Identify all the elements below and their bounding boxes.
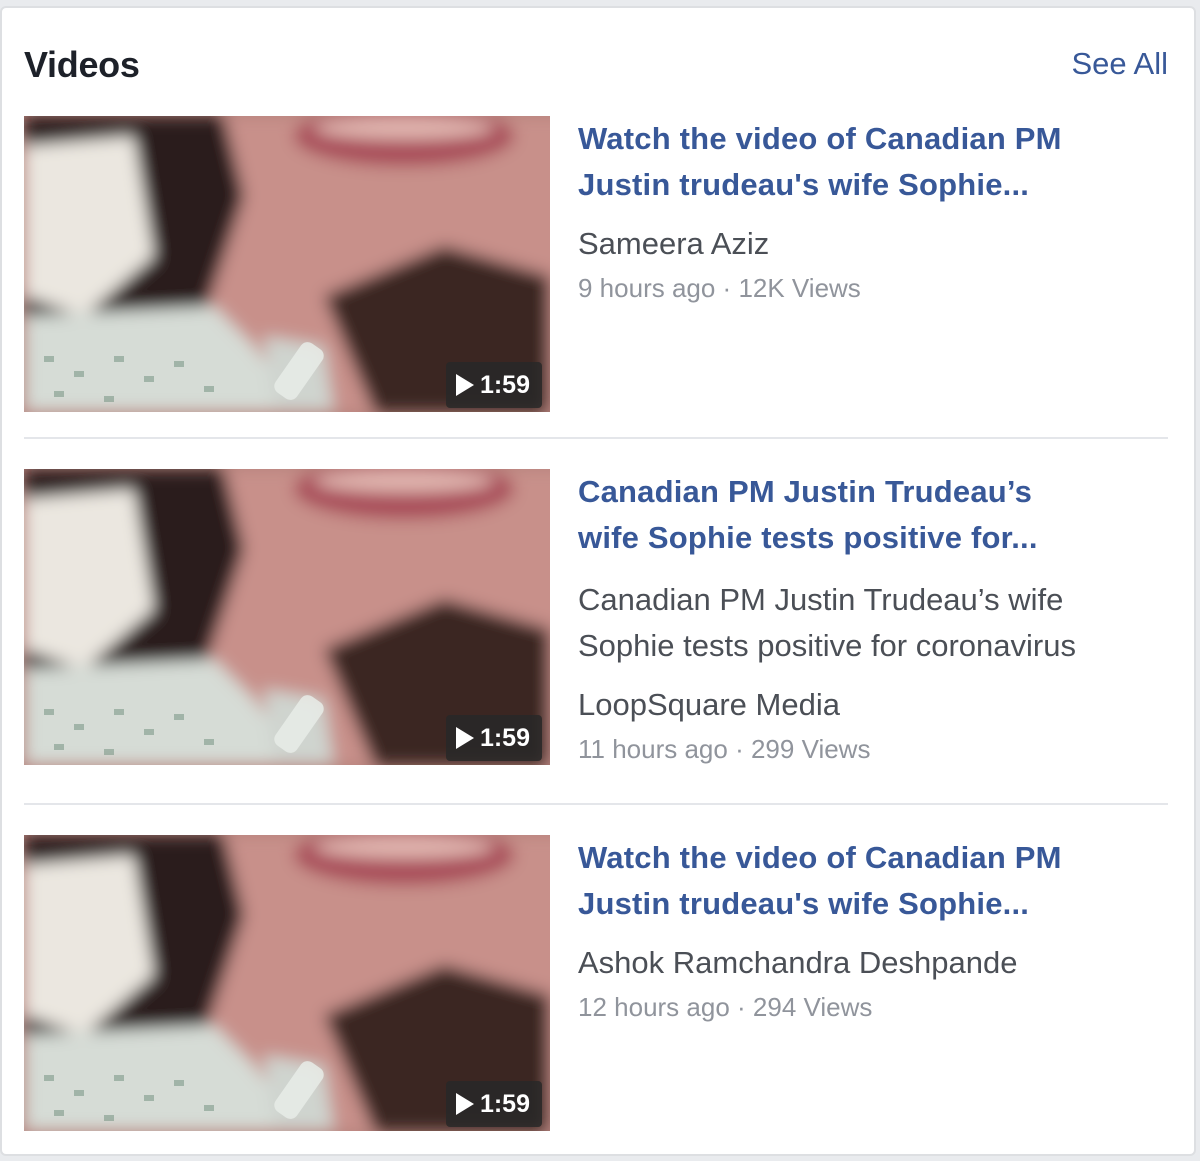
- play-icon: [455, 727, 474, 749]
- play-icon: [455, 1093, 474, 1115]
- video-thumbnail[interactable]: 1:59: [24, 116, 550, 412]
- video-title-line2: Justin trudeau's wife Sophie...: [578, 167, 1030, 202]
- video-info: Watch the video of Canadian PM Justin tr…: [578, 116, 1168, 306]
- video-thumbnail[interactable]: 1:59: [24, 469, 550, 765]
- video-meta: 11 hours ago · 299 Views: [578, 731, 1168, 767]
- video-time: 12 hours ago: [578, 992, 730, 1022]
- video-meta: 9 hours ago · 12K Views: [578, 270, 1168, 306]
- video-views: 294 Views: [752, 992, 873, 1022]
- meta-separator: ·: [715, 273, 739, 303]
- video-title-line2: Justin trudeau's wife Sophie...: [578, 886, 1030, 921]
- video-time: 11 hours ago: [578, 734, 728, 764]
- video-title[interactable]: Canadian PM Justin Trudeau’s wife Sophie…: [578, 469, 1168, 561]
- video-title-line1: Watch the video of Canadian PM: [578, 121, 1062, 156]
- videos-panel: Videos See All 1:59 Watch the video of C…: [0, 6, 1196, 1156]
- video-title-line2: wife Sophie tests positive for...: [578, 520, 1038, 555]
- video-thumbnail[interactable]: 1:59: [24, 835, 550, 1131]
- play-icon: [455, 374, 474, 396]
- video-meta: 12 hours ago · 294 Views: [578, 989, 1168, 1025]
- video-duration: 1:59: [445, 362, 542, 408]
- video-author[interactable]: Ashok Ramchandra Deshpande: [578, 943, 1168, 983]
- video-duration: 1:59: [445, 715, 542, 761]
- duration-text: 1:59: [479, 370, 530, 399]
- video-item: 1:59 Canadian PM Justin Trudeau’s wife S…: [24, 469, 1168, 765]
- see-all-link[interactable]: See All: [1071, 46, 1168, 82]
- panel-title: Videos: [24, 44, 140, 85]
- video-views: 12K Views: [738, 273, 861, 303]
- video-info: Watch the video of Canadian PM Justin tr…: [578, 835, 1168, 1025]
- video-title[interactable]: Watch the video of Canadian PM Justin tr…: [578, 116, 1168, 208]
- video-title-line1: Canadian PM Justin Trudeau’s: [578, 474, 1033, 509]
- duration-text: 1:59: [479, 1089, 530, 1118]
- video-duration: 1:59: [445, 1081, 542, 1127]
- meta-separator: ·: [727, 734, 751, 764]
- item-divider: [24, 803, 1168, 805]
- video-item: 1:59 Watch the video of Canadian PM Just…: [24, 116, 1168, 412]
- video-description-line1: Canadian PM Justin Trudeau’s wife: [578, 582, 1064, 617]
- video-views: 299 Views: [750, 734, 871, 764]
- video-author[interactable]: Sameera Aziz: [578, 224, 1168, 264]
- panel-header: Videos See All: [24, 44, 1168, 88]
- item-divider: [24, 437, 1168, 439]
- video-description: Canadian PM Justin Trudeau’s wife Sophie…: [578, 577, 1168, 669]
- video-info: Canadian PM Justin Trudeau’s wife Sophie…: [578, 469, 1168, 767]
- video-item: 1:59 Watch the video of Canadian PM Just…: [24, 835, 1168, 1131]
- meta-separator: ·: [729, 992, 753, 1022]
- video-time: 9 hours ago: [578, 273, 716, 303]
- video-description-line2: Sophie tests positive for coronavirus: [578, 628, 1076, 663]
- video-title[interactable]: Watch the video of Canadian PM Justin tr…: [578, 835, 1168, 927]
- video-author[interactable]: LoopSquare Media: [578, 685, 1168, 725]
- video-title-line1: Watch the video of Canadian PM: [578, 840, 1062, 875]
- duration-text: 1:59: [479, 723, 530, 752]
